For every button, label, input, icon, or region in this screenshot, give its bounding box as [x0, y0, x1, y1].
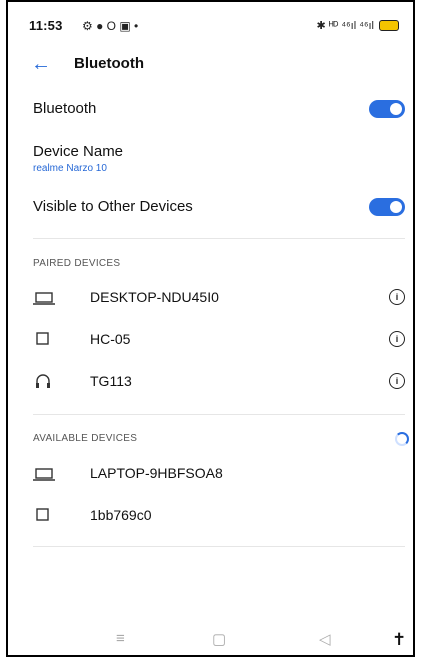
accessibility-icon[interactable]: ✝ [392, 630, 406, 650]
device-name: TG113 [90, 373, 132, 389]
device-name-label: Device Name [33, 143, 124, 160]
available-device-row[interactable]: LAPTOP-9HBFSOA8 [33, 463, 405, 485]
bluetooth-toggle[interactable] [369, 100, 405, 118]
screen-frame: 11:53 ⚙ ● O ▣ • ✱ ᴴᴰ ⁴⁶ıl ⁴⁶ıl ← Bluetoo… [6, 0, 415, 657]
bluetooth-label: Bluetooth [33, 100, 97, 117]
battery-icon [379, 20, 399, 31]
divider [33, 546, 405, 547]
available-device-row[interactable]: 1bb769c0 [33, 505, 405, 527]
generic-device-icon [36, 332, 49, 345]
paired-device-row[interactable]: HC-05 i [33, 329, 405, 351]
info-icon[interactable]: i [389, 373, 405, 389]
device-name: HC-05 [90, 331, 131, 347]
status-bar: 11:53 ⚙ ● O ▣ • ✱ ᴴᴰ ⁴⁶ıl ⁴⁶ıl [20, 18, 413, 38]
visible-label: Visible to Other Devices [33, 198, 193, 215]
signal-icons: ✱ ᴴᴰ ⁴⁶ıl ⁴⁶ıl [316, 20, 374, 32]
visible-toggle[interactable] [369, 198, 405, 216]
screen: 11:53 ⚙ ● O ▣ • ✱ ᴴᴰ ⁴⁶ıl ⁴⁶ıl ← Bluetoo… [20, 2, 413, 665]
bluetooth-row[interactable]: Bluetooth [33, 100, 405, 122]
notification-icons: ⚙ ● O ▣ • [82, 19, 139, 33]
toggle-knob [390, 201, 402, 213]
device-name-row[interactable]: Device Name realme Narzo 10 [33, 143, 405, 181]
laptop-icon [33, 468, 55, 481]
status-time: 11:53 [29, 18, 63, 33]
info-icon[interactable]: i [389, 331, 405, 347]
device-name: LAPTOP-9HBFSOA8 [90, 465, 223, 481]
scanning-spinner-icon [395, 432, 409, 446]
device-name: DESKTOP-NDU45I0 [90, 289, 219, 305]
paired-device-row[interactable]: TG113 i [33, 371, 405, 393]
menu-icon[interactable]: ≡ [116, 630, 125, 647]
visible-row[interactable]: Visible to Other Devices [33, 198, 405, 220]
info-icon[interactable]: i [389, 289, 405, 305]
device-name: 1bb769c0 [90, 507, 152, 523]
toggle-knob [390, 103, 402, 115]
divider [33, 414, 405, 415]
paired-devices-header: PAIRED DEVICES [33, 258, 121, 269]
back-arrow-icon[interactable]: ← [31, 52, 51, 76]
paired-device-row[interactable]: DESKTOP-NDU45I0 i [33, 287, 405, 309]
device-name-value: realme Narzo 10 [33, 163, 107, 174]
page-title: Bluetooth [74, 55, 144, 72]
system-icons: ✱ ᴴᴰ ⁴⁶ıl ⁴⁶ıl [316, 19, 399, 32]
back-triangle-icon[interactable]: ◁ [319, 630, 331, 648]
headset-icon [36, 374, 50, 388]
generic-device-icon [36, 508, 49, 521]
navigation-bar: ≡ ▢ ◁ ✝ [20, 630, 413, 654]
available-devices-header: AVAILABLE DEVICES [33, 433, 138, 444]
divider [33, 238, 405, 239]
app-bar: ← Bluetooth [20, 52, 413, 78]
home-icon[interactable]: ▢ [212, 630, 226, 648]
laptop-icon [33, 292, 55, 305]
